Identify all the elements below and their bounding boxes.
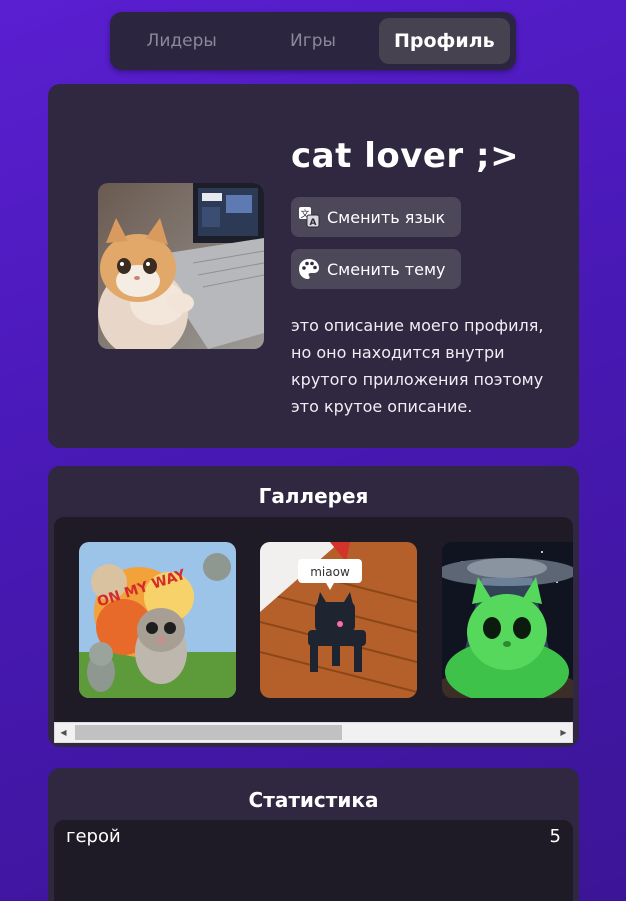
profile-description: это описание моего профиля, но оно наход… xyxy=(291,316,544,416)
change-theme-label: Сменить тему xyxy=(327,259,446,279)
gallery-horizontal-scrollbar[interactable]: ◀ ▶ xyxy=(54,722,573,743)
stat-row: герой 5 xyxy=(54,826,573,852)
gallery-image-cat-explosion[interactable]: ON MY WAY xyxy=(79,542,236,698)
scrollbar-thumb[interactable] xyxy=(75,725,342,740)
gallery-strip: ON MY WAY miaow xyxy=(54,517,573,722)
profile-card: cat lover ;> 文 A Сменить язык Сменить те… xyxy=(48,84,579,448)
change-language-button[interactable]: 文 A Сменить язык xyxy=(291,197,461,237)
gallery-image-green-alien-cat[interactable] xyxy=(442,542,573,698)
stats-title: Статистика xyxy=(248,788,379,812)
stat-value: 5 xyxy=(549,826,561,847)
gallery-image-cat-on-stool[interactable]: miaow xyxy=(260,542,417,698)
change-language-label: Сменить язык xyxy=(327,207,446,227)
avatar xyxy=(98,183,264,349)
gallery-card: Галлерея ON MY WAY miaow ◀ ▶ xyxy=(48,466,579,747)
palette-icon xyxy=(297,257,321,281)
gallery-caption-2: miaow xyxy=(310,565,350,579)
gallery-title: Галлерея xyxy=(258,484,369,508)
translate-icon: 文 A xyxy=(297,205,321,229)
change-theme-button[interactable]: Сменить тему xyxy=(291,249,461,289)
scroll-left-arrow-icon[interactable]: ◀ xyxy=(55,723,72,742)
top-tab-bar: Лидеры Игры Профиль xyxy=(110,12,516,70)
svg-text:A: A xyxy=(310,218,317,228)
username: cat lover ;> xyxy=(291,136,520,176)
tab-profile[interactable]: Профиль xyxy=(378,18,510,64)
stats-table: герой 5 xyxy=(54,820,573,901)
scroll-right-arrow-icon[interactable]: ▶ xyxy=(555,723,572,742)
stats-card: Статистика герой 5 xyxy=(48,768,579,901)
tab-games[interactable]: Игры xyxy=(247,18,378,64)
stat-name: герой xyxy=(66,826,121,847)
tab-leaders[interactable]: Лидеры xyxy=(116,18,247,64)
